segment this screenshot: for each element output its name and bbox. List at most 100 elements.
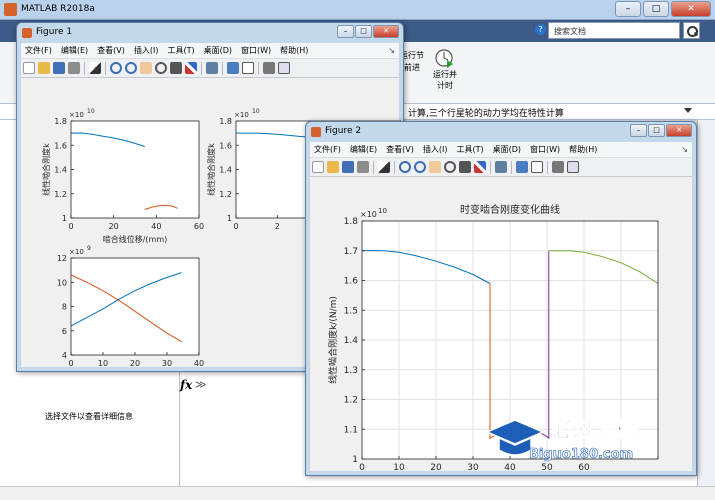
print-icon[interactable]	[357, 161, 369, 173]
edit-plot-arrow-icon[interactable]	[378, 161, 390, 173]
insert-colorbar-icon[interactable]	[516, 161, 528, 173]
brush-icon[interactable]	[185, 62, 197, 74]
y-tick-label: 1.3	[344, 366, 358, 376]
axis-exponent-power: 9	[87, 245, 91, 252]
pan-hand-icon[interactable]	[429, 161, 441, 173]
axis-exponent-label: ×10	[234, 111, 249, 119]
menu-edit[interactable]: 编辑(E)	[61, 45, 88, 56]
y-axis-label: 线性啮合刚度k	[206, 143, 216, 196]
menu-tools[interactable]: 工具(T)	[167, 45, 194, 56]
menu-file[interactable]: 文件(F)	[314, 144, 341, 155]
command-prompt: ≫	[195, 378, 207, 391]
pan-hand-icon[interactable]	[140, 62, 152, 74]
axis-exponent-label: ×10	[360, 210, 377, 219]
close-button[interactable]: ✕	[373, 25, 399, 38]
close-button[interactable]: ✕	[671, 1, 711, 17]
insert-colorbar-icon[interactable]	[227, 62, 239, 74]
y-tick-label: 1.4	[344, 336, 359, 346]
x-tick-label: 40	[151, 222, 161, 231]
rotate-3d-icon[interactable]	[444, 161, 456, 173]
menu-edit[interactable]: 编辑(E)	[350, 144, 377, 155]
data-cursor-icon[interactable]	[459, 161, 471, 173]
maximize-button[interactable]: □	[643, 1, 669, 17]
menu-overflow-icon[interactable]: ↘	[681, 145, 688, 154]
y-tick-label: 12	[57, 254, 67, 263]
menu-overflow-icon[interactable]: ↘	[388, 46, 395, 55]
menu-insert[interactable]: 插入(I)	[423, 144, 448, 155]
close-button[interactable]: ✕	[666, 124, 692, 137]
save-icon[interactable]	[342, 161, 354, 173]
menu-tools[interactable]: 工具(T)	[456, 144, 483, 155]
link-plot-icon[interactable]	[206, 62, 218, 74]
maximize-button[interactable]: □	[648, 124, 665, 137]
y-tick-label: 1.6	[219, 141, 232, 150]
x-tick-label: 30	[467, 463, 479, 473]
toolbar-separator	[201, 61, 202, 75]
menu-insert[interactable]: 插入(I)	[134, 45, 159, 56]
zoom-in-icon[interactable]	[399, 161, 411, 173]
y-tick-label: 1.8	[344, 217, 359, 227]
minimize-button[interactable]: –	[630, 124, 647, 137]
save-icon[interactable]	[53, 62, 65, 74]
link-plot-icon[interactable]	[495, 161, 507, 173]
run-and-time-label-2: 计时	[437, 81, 453, 90]
search-documentation-input[interactable]: 搜索文档	[548, 22, 680, 39]
menu-view[interactable]: 查看(V)	[386, 144, 414, 155]
menu-window[interactable]: 窗口(W)	[241, 45, 271, 56]
watermark-brand: 必过源码	[551, 417, 639, 443]
minimize-button[interactable]: –	[337, 25, 354, 38]
search-icon[interactable]	[683, 22, 700, 39]
new-figure-icon[interactable]	[312, 161, 324, 173]
toolbar-separator	[490, 160, 491, 174]
insert-legend-icon[interactable]	[531, 161, 543, 173]
watermark-logo: 必过源码 Biguo180.com	[485, 417, 639, 462]
hide-plot-tools-icon[interactable]	[263, 62, 275, 74]
zoom-out-icon[interactable]	[414, 161, 426, 173]
run-and-time-button[interactable]: 运行并 计时	[430, 69, 460, 91]
hide-plot-tools-icon[interactable]	[552, 161, 564, 173]
menu-desktop[interactable]: 桌面(D)	[204, 45, 232, 56]
run-and-time-label-1: 运行并	[433, 70, 457, 79]
y-tick-label: 10	[57, 278, 67, 287]
axis-exponent-power: 10	[252, 108, 260, 115]
minimize-button[interactable]: –	[615, 1, 641, 17]
menu-help[interactable]: 帮助(H)	[569, 144, 597, 155]
print-icon[interactable]	[68, 62, 80, 74]
new-figure-icon[interactable]	[23, 62, 35, 74]
y-tick-label: 1.7	[344, 247, 358, 257]
help-icon[interactable]: ?	[535, 24, 546, 35]
show-plot-tools-icon[interactable]	[567, 161, 579, 173]
data-cursor-icon[interactable]	[170, 62, 182, 74]
menu-window[interactable]: 窗口(W)	[530, 144, 560, 155]
figure1-window-controls: – □ ✕	[337, 25, 399, 38]
open-file-icon[interactable]	[38, 62, 50, 74]
current-folder-path: 计算,三个行星轮的动力学均在特性计算	[408, 109, 564, 119]
menu-desktop[interactable]: 桌面(D)	[493, 144, 521, 155]
x-tick-label: 10	[393, 463, 405, 473]
y-axis-label: 线性啮合刚度k	[41, 143, 51, 196]
menu-help[interactable]: 帮助(H)	[280, 45, 308, 56]
fx-icon[interactable]: fx	[180, 378, 192, 392]
show-plot-tools-icon[interactable]	[278, 62, 290, 74]
figure1-axes-1[interactable]: 0 20 40 60 1 1.2 1.4 1.6 1.8×10 10 啮合线位移/(mm) 线性啮合刚…	[41, 108, 204, 244]
figure2-menubar: 文件(F) 编辑(E) 查看(V) 插入(I) 工具(T) 桌面(D) 窗口(W…	[310, 142, 692, 158]
figure1-axes-3[interactable]: 0 10 20 30 40 4 6 8 10 12×10 9	[57, 245, 204, 368]
axis-exponent-power: 10	[87, 108, 95, 115]
menu-view[interactable]: 查看(V)	[97, 45, 125, 56]
edit-plot-arrow-icon[interactable]	[89, 62, 101, 74]
maximize-button[interactable]: □	[355, 25, 372, 38]
run-and-time-icon[interactable]	[433, 46, 455, 68]
x-tick-label: 60	[194, 222, 204, 231]
y-tick-label: 8	[62, 303, 67, 312]
menu-file[interactable]: 文件(F)	[25, 45, 52, 56]
zoom-out-icon[interactable]	[125, 62, 137, 74]
figure1-titlebar[interactable]: Figure 1 – □ ✕	[17, 23, 403, 43]
toolbar-separator	[547, 160, 548, 174]
brush-icon[interactable]	[474, 161, 486, 173]
insert-legend-icon[interactable]	[242, 62, 254, 74]
rotate-3d-icon[interactable]	[155, 62, 167, 74]
chevron-down-icon[interactable]	[684, 108, 692, 113]
open-file-icon[interactable]	[327, 161, 339, 173]
zoom-in-icon[interactable]	[110, 62, 122, 74]
figure2-titlebar[interactable]: Figure 2 – □ ✕	[306, 122, 696, 142]
